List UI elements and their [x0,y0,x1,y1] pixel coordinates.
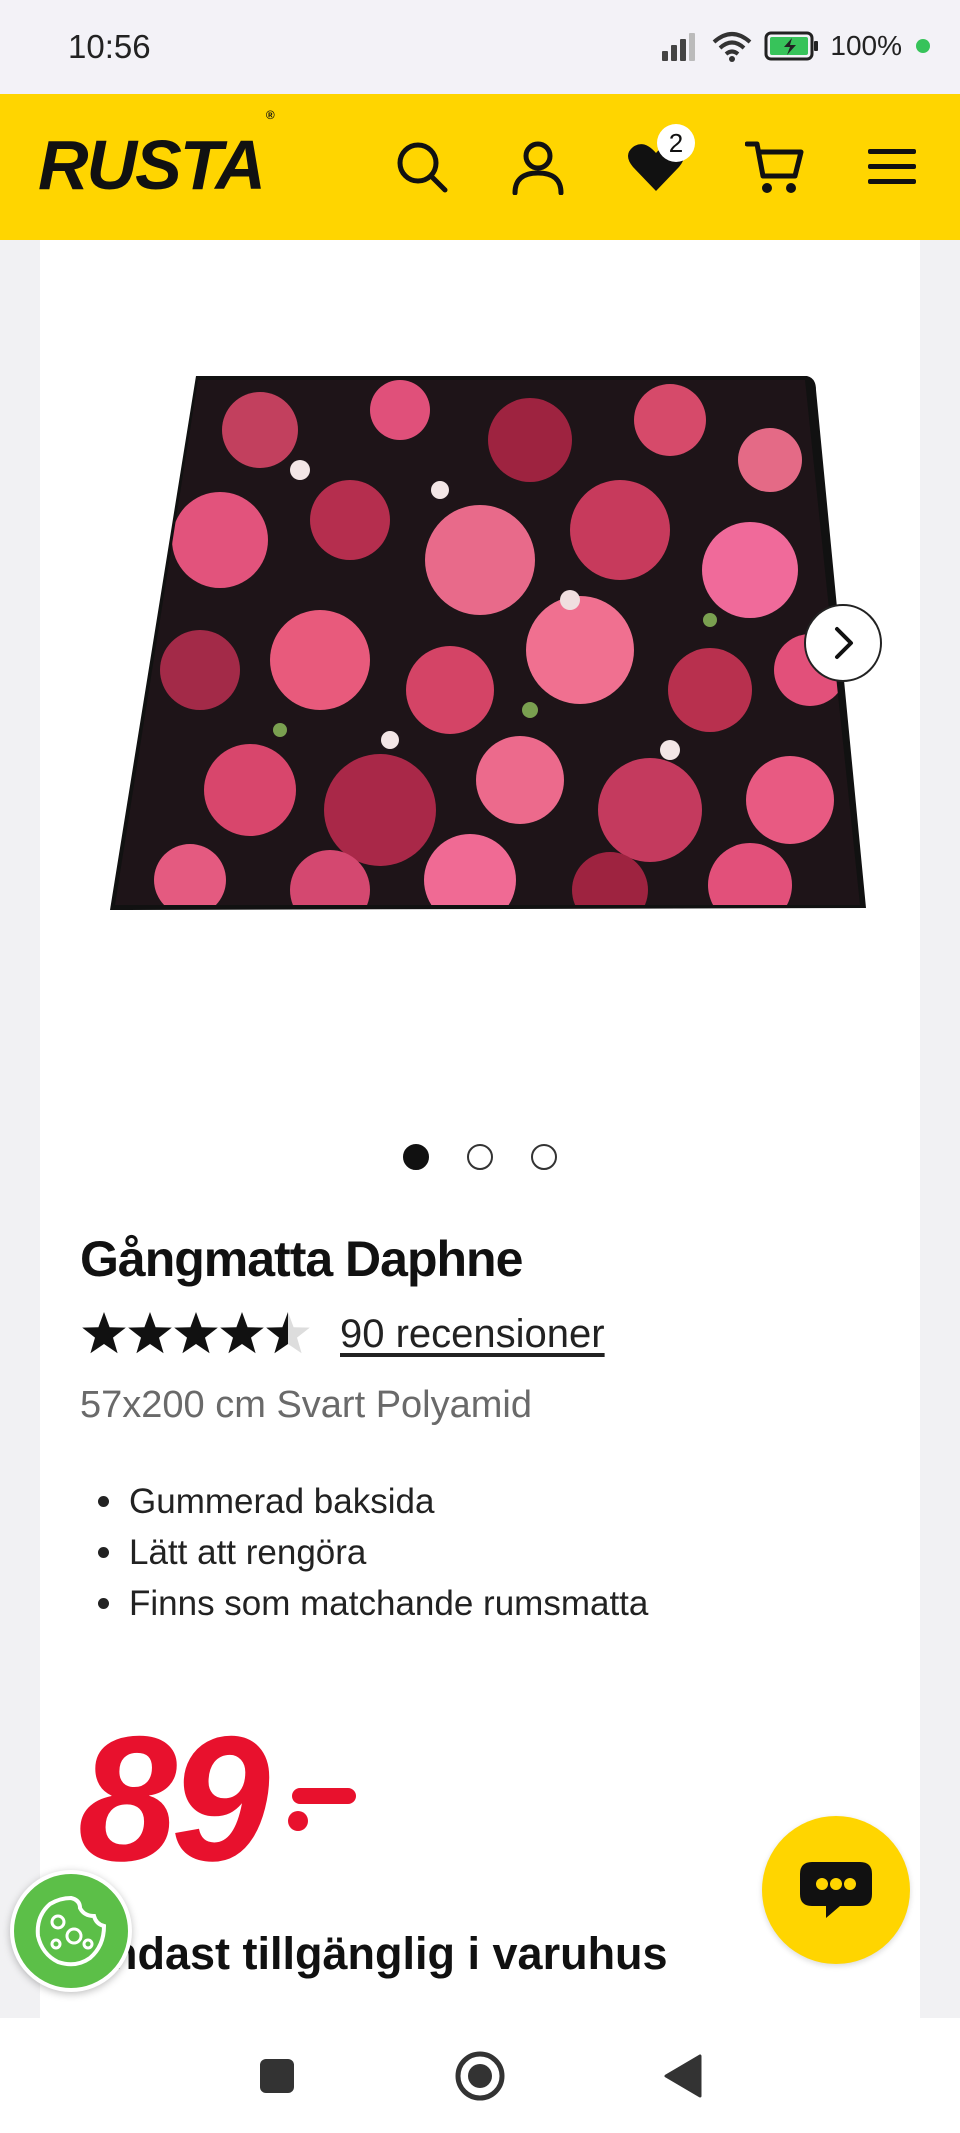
availability-text: Endast tillgänglig i varuhus [80,1928,668,1979]
cart-button[interactable] [740,132,810,202]
recents-button[interactable] [249,2048,305,2104]
back-button[interactable] [654,2048,710,2104]
feature-list: Gummerad baksida Lätt att rengöra Finns … [98,1476,648,1629]
product-card: Gångmatta Daphne 90 recensioner 57x200 c… [40,240,920,2018]
privacy-dot [916,39,930,53]
pagination-dot-2[interactable] [467,1144,493,1170]
registered-mark: ® [265,107,275,122]
wishlist-button[interactable]: 2 [621,124,695,202]
home-button[interactable] [452,2048,508,2104]
account-button[interactable] [503,132,573,202]
next-image-button[interactable] [804,604,882,682]
user-icon [512,141,564,195]
cart-icon [745,141,804,193]
signal-icon [662,33,696,61]
feature-item: Lätt att rengöra [98,1527,648,1578]
search-icon [397,142,448,193]
recents-icon [260,2059,294,2093]
chat-icon [800,1862,872,1918]
cookie-settings-button[interactable] [10,1870,132,1992]
product-title: Gångmatta Daphne [80,1231,523,1287]
battery-icon [764,31,819,61]
menu-icon [868,149,916,184]
status-bar: 10:56 100% [0,0,960,94]
chevron-right-icon [835,627,853,659]
reviews-link[interactable]: 90 recensioner [340,1312,605,1357]
system-nav-bar [0,2018,960,2133]
site-header: RUSTA® 2 [0,94,960,240]
search-button[interactable] [387,132,457,202]
product-subtitle: 57x200 cm Svart Polyamid [80,1384,532,1426]
wishlist-badge: 2 [657,124,695,162]
product-rating: 90 recensioner [80,1310,605,1358]
menu-button[interactable] [857,132,927,202]
cookie-icon [35,1895,107,1967]
product-price: 89 [78,1699,270,1898]
image-pagination [40,1144,920,1170]
chat-button[interactable] [762,1816,910,1964]
battery-text: 100% [830,30,902,61]
pagination-dot-1[interactable] [403,1144,429,1170]
feature-item: Gummerad baksida [98,1476,648,1527]
pagination-dot-3[interactable] [531,1144,557,1170]
product-image[interactable] [110,370,900,930]
status-time: 10:56 [68,28,151,65]
star-rating-icon [82,1312,310,1354]
price-suffix-dash [288,1788,356,1831]
wifi-icon [713,32,752,62]
back-icon [664,2054,702,2098]
feature-item: Finns som matchande rumsmatta [98,1578,648,1629]
home-icon [455,2051,505,2101]
rusta-logo[interactable]: RUSTA® [38,109,275,200]
status-icons: 100% [660,30,930,62]
logo-text: RUSTA [38,126,266,204]
